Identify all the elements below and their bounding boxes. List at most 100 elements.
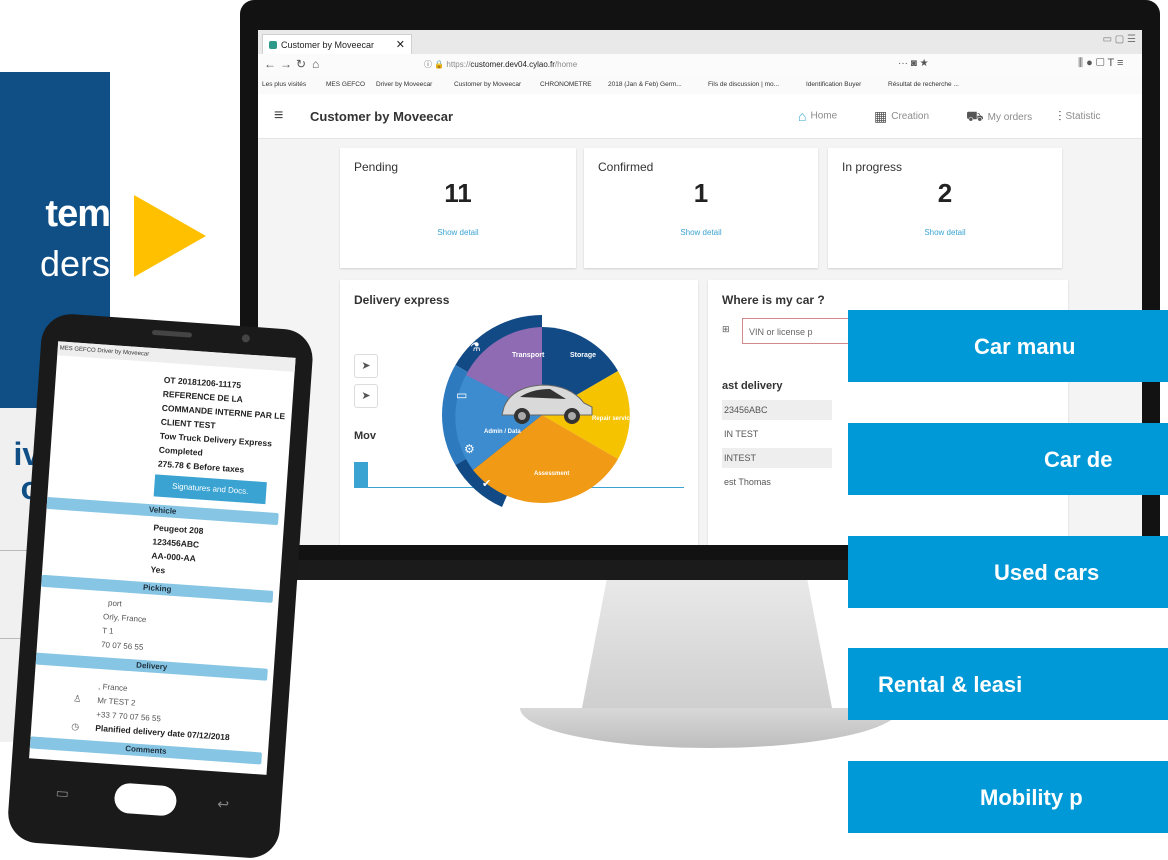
- table-row[interactable]: INTEST: [722, 448, 832, 468]
- back-icon[interactable]: ↩: [217, 796, 230, 814]
- extensions-icon[interactable]: ⫼ ● ▢ T ≡: [1078, 57, 1123, 70]
- vehicle-line: Peugeot 208: [153, 522, 204, 536]
- phone-frame: MES GEFCO Driver by Moveecar OT 20181206…: [6, 312, 315, 860]
- send-icon[interactable]: ➤: [354, 354, 378, 378]
- lock-icon: ⓘ 🔒: [424, 60, 447, 69]
- person-icon: ♙: [72, 693, 82, 704]
- monitor-stand: [582, 578, 832, 708]
- card-count: 11: [444, 178, 472, 208]
- wheel-label-admin: Admin / Data: [484, 429, 521, 435]
- planned-delivery-date: Planified delivery date 07/12/2018: [94, 722, 231, 743]
- order-line: 275.78 € Before taxes: [157, 458, 245, 475]
- section-label: Mov: [354, 430, 376, 442]
- check-icon: ✔: [482, 478, 491, 490]
- home-button[interactable]: [113, 782, 178, 817]
- menu-button-label: Car manu: [974, 334, 1076, 359]
- home-icon[interactable]: ⌂: [312, 57, 319, 71]
- left-title-line2: ders: [39, 243, 110, 284]
- delivery-line: +33 7 70 07 56 55: [95, 709, 162, 724]
- wheel-label-storage: Storage: [570, 352, 596, 359]
- vehicle-line: 123456ABC: [152, 536, 200, 550]
- show-detail-link[interactable]: Show detail: [340, 228, 576, 237]
- browser-tab[interactable]: Customer by Moveecar ✕: [262, 34, 412, 55]
- hamburger-menu-icon[interactable]: ≡: [274, 107, 283, 125]
- phone-screen: MES GEFCO Driver by Moveecar OT 20181206…: [29, 341, 296, 775]
- nav-statistic-label: Statistic: [1065, 111, 1101, 123]
- bookmark-item[interactable]: CHRONOMETRE: [540, 81, 592, 88]
- delivery-line: Mr TEST 2: [96, 695, 136, 708]
- bookmark-item[interactable]: Résultat de recherche ...: [888, 81, 959, 88]
- confirmed-card: Confirmed 1 Show detail: [584, 148, 818, 268]
- signatures-docs-button[interactable]: Signatures and Docs.: [153, 474, 267, 505]
- in-progress-card: In progress 2 Show detail: [828, 148, 1062, 268]
- menu-button-car-dealers[interactable]: Car de: [848, 423, 1168, 495]
- picking-line: Orly, France: [102, 612, 147, 625]
- close-icon[interactable]: ✕: [396, 38, 405, 51]
- nav-home[interactable]: ⌂ Home: [798, 108, 837, 124]
- card-count: 2: [937, 178, 953, 208]
- show-detail-link[interactable]: Show detail: [584, 228, 818, 237]
- bookmark-item[interactable]: MES GEFCO: [326, 81, 365, 88]
- card-title: In progress: [842, 160, 903, 174]
- card-title: Pending: [354, 160, 399, 174]
- wheel-label-assessment: Assessment: [534, 471, 569, 477]
- menu-button-label: Used cars: [994, 560, 1100, 585]
- picking-line: port: [107, 598, 123, 609]
- vehicle-line: Yes: [150, 564, 166, 576]
- search-icon: ⊞: [722, 324, 730, 334]
- browser-urlbar: ← → ↻ ⌂ ⓘ 🔒 https://customer.dev04.cylao…: [258, 54, 1142, 77]
- show-detail-link[interactable]: Show detail: [828, 228, 1062, 237]
- menu-button-used-cars[interactable]: Used cars: [848, 536, 1168, 608]
- picking-line: T 1: [101, 626, 114, 636]
- bookmark-item[interactable]: Driver by Moveecar: [376, 81, 432, 88]
- nav-my-orders[interactable]: ⛟ My orders: [966, 108, 1032, 127]
- bookmarks-bar: Les plus visités MES GEFCO Driver by Mov…: [258, 76, 1142, 95]
- flask-icon: ⚗: [470, 340, 481, 354]
- nav-creation[interactable]: ▦ Creation: [874, 108, 929, 125]
- table-row[interactable]: IN TEST: [722, 424, 832, 444]
- table-row[interactable]: est Thomas: [722, 472, 832, 492]
- send-icon[interactable]: ➤: [354, 384, 378, 408]
- nav-home-label: Home: [810, 110, 838, 122]
- nav-creation-label: Creation: [891, 111, 930, 123]
- page-actions-icon[interactable]: ··· ◙ ★: [898, 58, 929, 69]
- chart-icon: ⫶: [1058, 108, 1062, 124]
- order-line: CLIENT TEST: [160, 416, 216, 431]
- table-row[interactable]: 23456ABC: [722, 400, 832, 420]
- menu-button-rental-leasing[interactable]: Rental & leasi: [848, 648, 1168, 720]
- bookmark-item[interactable]: Fils de discussion | mo...: [708, 81, 779, 88]
- menu-button-car-manufacturers[interactable]: Car manu: [848, 310, 1168, 382]
- app-header: ≡ Customer by Moveecar ⌂ Home ▦ Creation ⛟…: [258, 94, 1142, 139]
- bookmark-item[interactable]: 2018 (Jan & Feb) Germ...: [608, 81, 682, 88]
- nav-my-orders-label: My orders: [987, 112, 1033, 124]
- browser-tab-title: Customer by Moveecar: [281, 40, 375, 50]
- reload-icon[interactable]: ↻: [296, 57, 306, 71]
- clock-icon: ◷: [71, 721, 80, 732]
- browser-tabbar: Customer by Moveecar ✕ ▭ ▢ ☰: [258, 30, 1142, 55]
- url-host: customer.dev04.cylao.fr: [470, 60, 555, 69]
- nav-statistic[interactable]: ⫶ Statistic: [1058, 108, 1101, 125]
- last-delivery-title: ast delivery: [722, 380, 783, 392]
- bookmark-item[interactable]: Identification Buyer: [806, 81, 861, 88]
- delivery-line: , France: [97, 681, 128, 693]
- pending-card: Pending 11 Show detail: [340, 148, 576, 268]
- bookmark-item[interactable]: Customer by Moveecar: [454, 81, 521, 88]
- vin-search-input[interactable]: VIN or license p: [742, 318, 862, 344]
- menu-button-label: Rental & leasi: [878, 672, 1023, 697]
- services-wheel: Transport Storage Repair services Assess…: [442, 315, 637, 507]
- panel-title: Where is my car ?: [722, 293, 825, 307]
- vehicle-line: AA-000-AA: [151, 550, 197, 564]
- forward-icon[interactable]: →: [280, 57, 292, 71]
- address-field[interactable]: ⓘ 🔒 https://customer.dev04.cylao.fr/home: [424, 58, 944, 72]
- window-controls-icon[interactable]: ▭ ▢ ☰: [1103, 34, 1136, 45]
- menu-button-mobility[interactable]: Mobility p: [848, 761, 1168, 833]
- recent-apps-icon[interactable]: ▭: [55, 784, 69, 802]
- bookmark-item[interactable]: Les plus visités: [262, 81, 306, 88]
- monitor-base: [520, 708, 900, 748]
- app-title: Customer by Moveecar: [310, 109, 454, 124]
- truck-icon: ⛟: [966, 108, 984, 124]
- back-icon[interactable]: ←: [264, 57, 276, 71]
- order-line: Completed: [158, 444, 204, 458]
- favicon-icon: [269, 41, 277, 49]
- gear-icon: ⚙: [464, 442, 475, 456]
